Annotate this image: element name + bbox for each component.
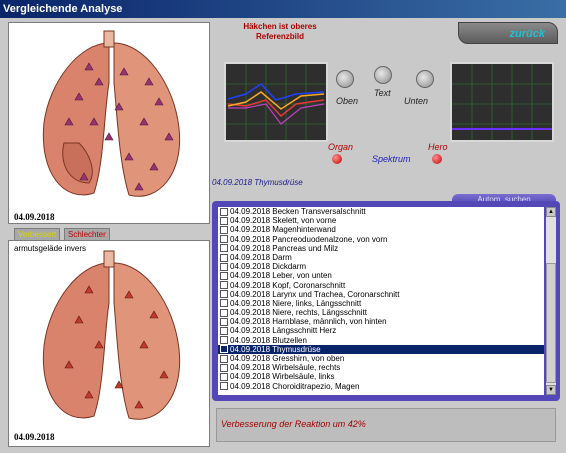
list-item-label: 04.09.2018 Skelett, von vorne — [230, 216, 337, 226]
oben-label: Oben — [336, 96, 359, 106]
list-item-label: 04.09.2018 Gresshirn, von oben — [230, 354, 345, 363]
item-checkbox[interactable] — [220, 308, 228, 317]
list-item-label: 04.09.2018 Choroiditrapezio, Magen — [230, 381, 360, 391]
spektrum-label: Spektrum — [372, 154, 411, 164]
list-item[interactable]: 04.09.2018 Pancreoduodenalzone, von vorn — [218, 235, 544, 244]
text-label: Text — [374, 88, 391, 98]
selected-item-label: 04.09.2018 Thymusdrüse — [212, 178, 303, 187]
reference-image-panel — [8, 22, 210, 224]
item-checkbox[interactable] — [220, 336, 228, 345]
list-item[interactable]: 04.09.2018 Harnblase, männlich, von hint… — [218, 317, 544, 326]
item-checkbox[interactable] — [220, 253, 228, 262]
hero-led[interactable] — [432, 154, 442, 164]
organ-spectrum-plot — [226, 64, 326, 140]
reference-hint: Häkchen ist oberes Referenzbild — [243, 22, 317, 41]
list-item-label: 04.09.2018 Niere, rechts, Längsschnitt — [230, 308, 367, 318]
hero-spectrum-plot — [452, 64, 552, 140]
top-image-date: 04.09.2018 — [14, 212, 55, 222]
unten-knob[interactable] — [416, 70, 434, 88]
scroll-thumb[interactable] — [546, 263, 556, 383]
bottom-image-date: 04.09.2018 — [14, 432, 55, 442]
list-item[interactable]: 04.09.2018 Wirbelsäule, links — [218, 372, 544, 381]
item-checkbox[interactable] — [220, 235, 228, 244]
organ-label: Organ — [328, 142, 354, 152]
lung-image-top — [42, 30, 181, 197]
result-text: Verbesserung der Reaktion um 42% — [216, 408, 556, 442]
item-checkbox[interactable] — [220, 372, 228, 381]
list-item-label: 04.09.2018 Becken Transversalschnitt — [230, 207, 366, 216]
list-item[interactable]: 04.09.2018 Pancreas und Milz — [218, 244, 544, 253]
list-item-label: 04.09.2018 Längsschnitt Herz — [230, 326, 337, 336]
list-item[interactable]: 04.09.2018 Thymusdrüse — [218, 344, 544, 354]
list-item[interactable]: 04.09.2018 Magenhinterwand — [218, 225, 544, 234]
list-item[interactable]: 04.09.2018 Längsschnitt Herz — [218, 326, 544, 335]
item-checkbox[interactable] — [220, 281, 228, 290]
list-item[interactable]: 04.09.2018 Kopf, Coronarschnitt — [218, 281, 544, 290]
list-item-label: 04.09.2018 Thymusdrüse — [230, 344, 321, 354]
unten-label: Unten — [404, 96, 429, 106]
list-item-label: 04.09.2018 Wirbelsäule, links — [230, 372, 335, 382]
list-scrollbar[interactable]: ▲ ▼ — [546, 207, 556, 395]
text-knob[interactable] — [374, 66, 392, 84]
list-item-label: 04.09.2018 Dickdarm — [230, 262, 307, 272]
list-item-label: 04.09.2018 Larynx und Trachea, Coronarsc… — [230, 289, 400, 299]
item-checkbox[interactable] — [220, 363, 228, 372]
list-item[interactable]: 04.09.2018 Blutzellen — [218, 336, 544, 345]
oben-knob[interactable] — [336, 70, 354, 88]
item-checkbox[interactable] — [220, 271, 228, 280]
lung-image-bottom — [42, 250, 181, 420]
list-item[interactable]: 04.09.2018 Choroiditrapezio, Magen — [218, 382, 544, 391]
list-item[interactable]: 04.09.2018 Niere, links, Längsschnitt — [218, 299, 544, 308]
analysis-list-frame: 04.09.2018 Becken Transversalschnitt 04.0… — [212, 201, 560, 401]
list-item[interactable]: 04.09.2018 Skelett, von vorne — [218, 216, 544, 225]
list-item-label: 04.09.2018 Pancreoduodenalzone, von vorn — [230, 234, 388, 244]
list-item-label: 04.09.2018 Wirbelsäule, rechts — [230, 363, 341, 373]
list-item-label: 04.09.2018 Kopf, Coronarschnitt — [230, 280, 346, 290]
hero-spectrum-graph — [450, 62, 554, 142]
hero-label: Hero — [428, 142, 448, 152]
list-item-label: 04.09.2018 Pancreas und Milz — [230, 243, 339, 253]
item-checkbox[interactable] — [220, 345, 228, 354]
item-checkbox[interactable] — [220, 216, 228, 225]
item-checkbox[interactable] — [220, 354, 228, 363]
organ-spectrum-graph — [224, 62, 328, 142]
item-checkbox[interactable] — [220, 299, 228, 308]
list-item-label: 04.09.2018 Harnblase, männlich, von hint… — [230, 317, 387, 327]
list-item-label: 04.09.2018 Darm — [230, 252, 292, 262]
item-checkbox[interactable] — [220, 262, 228, 271]
organ-led[interactable] — [332, 154, 342, 164]
item-checkbox[interactable] — [220, 225, 228, 234]
list-item[interactable]: 04.09.2018 Gresshirn, von oben — [218, 354, 544, 363]
list-item[interactable]: 04.09.2018 Dickdarm — [218, 262, 544, 271]
list-item-label: 04.09.2018 Leber, von unten — [230, 271, 332, 281]
list-item-label: 04.09.2018 Magenhinterwand — [230, 225, 336, 235]
back-button[interactable]: zurück — [458, 22, 558, 44]
item-checkbox[interactable] — [220, 290, 228, 299]
item-checkbox[interactable] — [220, 382, 228, 391]
comparison-image-panel — [8, 240, 210, 447]
item-checkbox[interactable] — [220, 317, 228, 326]
list-item[interactable]: 04.09.2018 Darm — [218, 253, 544, 262]
scroll-down-button[interactable]: ▼ — [546, 385, 556, 395]
list-item-label: 04.09.2018 Blutzellen — [230, 335, 307, 345]
analysis-list[interactable]: 04.09.2018 Becken Transversalschnitt 04.0… — [218, 207, 544, 395]
bottom-image-caption: armutsgeläde invers — [14, 244, 87, 253]
window-title: Vergleichende Analyse — [0, 0, 566, 18]
item-checkbox[interactable] — [220, 244, 228, 253]
list-item[interactable]: 04.09.2018 Wirbelsäule, rechts — [218, 363, 544, 372]
item-checkbox[interactable] — [220, 327, 228, 336]
list-item[interactable]: 04.09.2018 Becken Transversalschnitt — [218, 207, 544, 216]
list-item[interactable]: 04.09.2018 Leber, von unten — [218, 271, 544, 280]
list-item-label: 04.09.2018 Niere, links, Längsschnitt — [230, 298, 362, 308]
list-item[interactable]: 04.09.2018 Larynx und Trachea, Coronarsc… — [218, 290, 544, 299]
list-item[interactable]: 04.09.2018 Niere, rechts, Längsschnitt — [218, 308, 544, 317]
item-checkbox[interactable] — [220, 207, 228, 216]
scroll-up-button[interactable]: ▲ — [546, 207, 556, 217]
